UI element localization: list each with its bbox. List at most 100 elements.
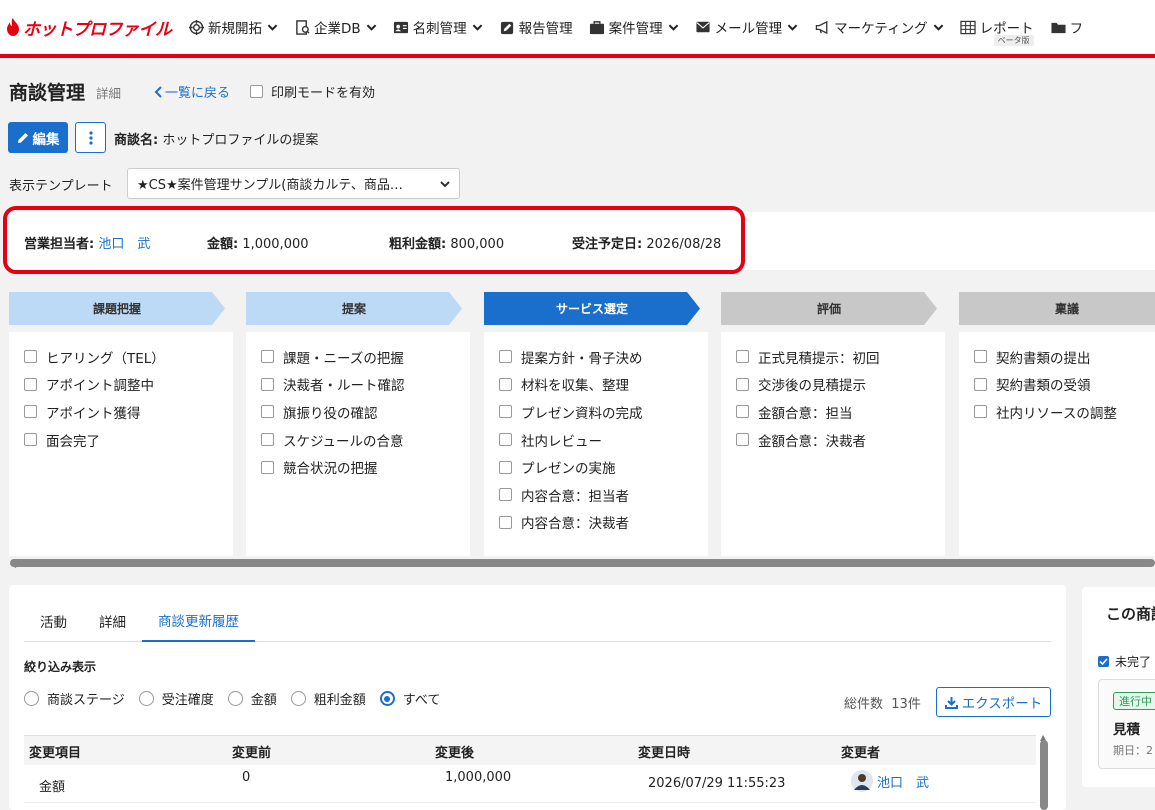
task-checkbox[interactable] [499,350,512,364]
logo[interactable]: ホットプロファイル [0,15,180,40]
column-header[interactable]: 変更項目 [29,742,81,761]
task-item[interactable]: 内容合意：担当者 [484,481,708,509]
stage-1[interactable]: 提案 [246,292,462,325]
filter-option-4[interactable]: すべて [379,689,440,708]
task-item[interactable]: 材料を収集、整理 [484,371,708,399]
stage-0[interactable]: 課題把握 [9,292,225,325]
radio-button[interactable] [138,691,154,706]
task-checkbox[interactable] [736,377,749,391]
task-item[interactable]: 決裁者・ルート確認 [246,371,470,399]
nav-item-1[interactable]: 企業DB [286,0,385,54]
filter-option-1[interactable]: 受注確度 [138,689,214,708]
vertical-dots-icon [88,130,93,145]
task-checkbox[interactable] [736,350,749,364]
task-item[interactable]: 課題・ニーズの把握 [246,343,470,371]
horizontal-scrollbar[interactable] [10,559,1155,567]
task-checkbox[interactable] [974,377,987,391]
radio-button[interactable] [379,691,395,706]
nav-item-8[interactable]: フ [1042,0,1092,54]
stage-2[interactable]: サービス選定 [484,292,700,325]
tab-1[interactable]: 詳細 [83,600,142,642]
task-item[interactable]: 内容合意：決裁者 [484,509,708,537]
task-item[interactable]: 契約書類の受領 [959,371,1155,399]
task-item[interactable]: 提案方針・骨子決め [484,343,708,371]
task-item[interactable]: 面会完了 [9,426,233,454]
task-item[interactable]: プレゼンの実施 [484,453,708,481]
task-checkbox[interactable] [261,377,274,391]
task-checkbox[interactable] [24,433,37,447]
task-checkbox[interactable] [24,405,37,419]
task-checkbox[interactable] [499,460,512,474]
nav-item-3[interactable]: 報告管理 [491,0,581,54]
incomplete-filter[interactable]: 未完了 [1098,653,1151,670]
filter-option-3[interactable]: 粗利金額 [290,689,366,708]
task-item[interactable]: プレゼン資料の完成 [484,398,708,426]
task-checkbox[interactable] [974,350,987,364]
edit-button[interactable]: 編集 [8,122,68,153]
stage-label: 提案 [341,302,366,316]
nav-item-7[interactable]: レポート ベータ版 [952,0,1042,54]
nav-item-2[interactable]: 名刺管理 [385,0,491,54]
stage-task-list: 課題・ニーズの把握 決裁者・ルート確認 旗振り役の確認スケジュールの合意競合状況の把… [246,332,470,556]
task-item[interactable]: 金額合意：担当 [721,398,945,426]
task-checkbox[interactable] [736,433,749,447]
task-checkbox[interactable] [261,350,274,364]
task-item[interactable]: 社内リソースの調整 [959,398,1155,426]
task-checkbox[interactable] [499,405,512,419]
task-checkbox[interactable] [499,488,512,502]
task-item[interactable]: ヒアリング（TEL） [9,343,233,371]
task-checkbox[interactable] [974,405,987,419]
radio-button[interactable] [227,691,243,706]
task-checkbox[interactable] [261,405,274,419]
incomplete-checkbox[interactable] [1098,656,1109,667]
nav-item-0[interactable]: 新規開拓 [180,0,286,54]
filter-option-2[interactable]: 金額 [227,689,277,708]
task-item[interactable]: 社内レビュー [484,426,708,454]
task-checkbox[interactable] [261,460,274,474]
tab-0[interactable]: 活動 [24,600,83,642]
nav-item-5[interactable]: メール管理 [687,0,807,54]
task-item[interactable]: 競合状況の把握 [246,453,470,481]
nav-item-6[interactable]: マーケティング [806,0,951,54]
task-item[interactable]: スケジュールの合意 [246,426,470,454]
task-item[interactable]: 契約書類の提出 [959,343,1155,371]
radio-button[interactable] [290,691,306,706]
task-checkbox[interactable] [499,515,512,529]
template-select[interactable]: ★CS★案件管理サンプル(商談カルテ、商品… [127,168,460,199]
column-header[interactable]: 変更者 [841,742,880,761]
task-checkbox[interactable] [736,405,749,419]
task-card[interactable]: 進行中 見積 期日：2 [1098,679,1155,769]
task-checkbox[interactable] [499,377,512,391]
task-checkbox[interactable] [499,433,512,447]
column-header[interactable]: 変更前 [232,742,271,761]
task-item[interactable]: 旗振り役の確認 [246,398,470,426]
vertical-scrollbar[interactable] [1040,740,1048,810]
task-item[interactable]: アポイント調整中 [9,371,233,399]
column-header[interactable]: 変更後 [435,742,474,761]
tab-2[interactable]: 商談更新履歴 [142,600,255,642]
print-mode-checkbox[interactable] [250,85,263,98]
beta-badge: ベータ版 [993,35,1034,46]
task-item[interactable]: 正式見積提示：初回 [721,343,945,371]
task-checkbox[interactable] [24,377,37,391]
task-label: スケジュールの合意 [283,433,404,450]
print-mode-toggle[interactable]: 印刷モードを有効 [250,82,375,101]
task-item[interactable]: 金額合意：決裁者 [721,426,945,454]
mail-icon [695,19,712,36]
more-menu-button[interactable] [75,122,106,153]
user-link[interactable]: 池口 武 [877,772,929,791]
task-item[interactable]: 交渉後の見積提示 [721,371,945,399]
task-item[interactable]: アポイント獲得 [9,398,233,426]
filter-option-0[interactable]: 商談ステージ [24,689,125,708]
task-checkbox[interactable] [261,433,274,447]
stage-3[interactable]: 評価 [721,292,937,325]
export-button[interactable]: エクスポート [936,687,1051,717]
back-to-list-link[interactable]: 一覧に戻る [153,82,230,101]
column-header[interactable]: 変更日時 [638,742,690,761]
cell-user[interactable]: 池口 武 [851,770,929,792]
nav-item-4[interactable]: 案件管理 [581,0,687,54]
radio-button[interactable] [24,691,39,706]
task-checkbox[interactable] [24,350,37,364]
stage-4[interactable]: 稟議 [959,292,1155,325]
nav-item-label: レポート [979,21,1034,37]
